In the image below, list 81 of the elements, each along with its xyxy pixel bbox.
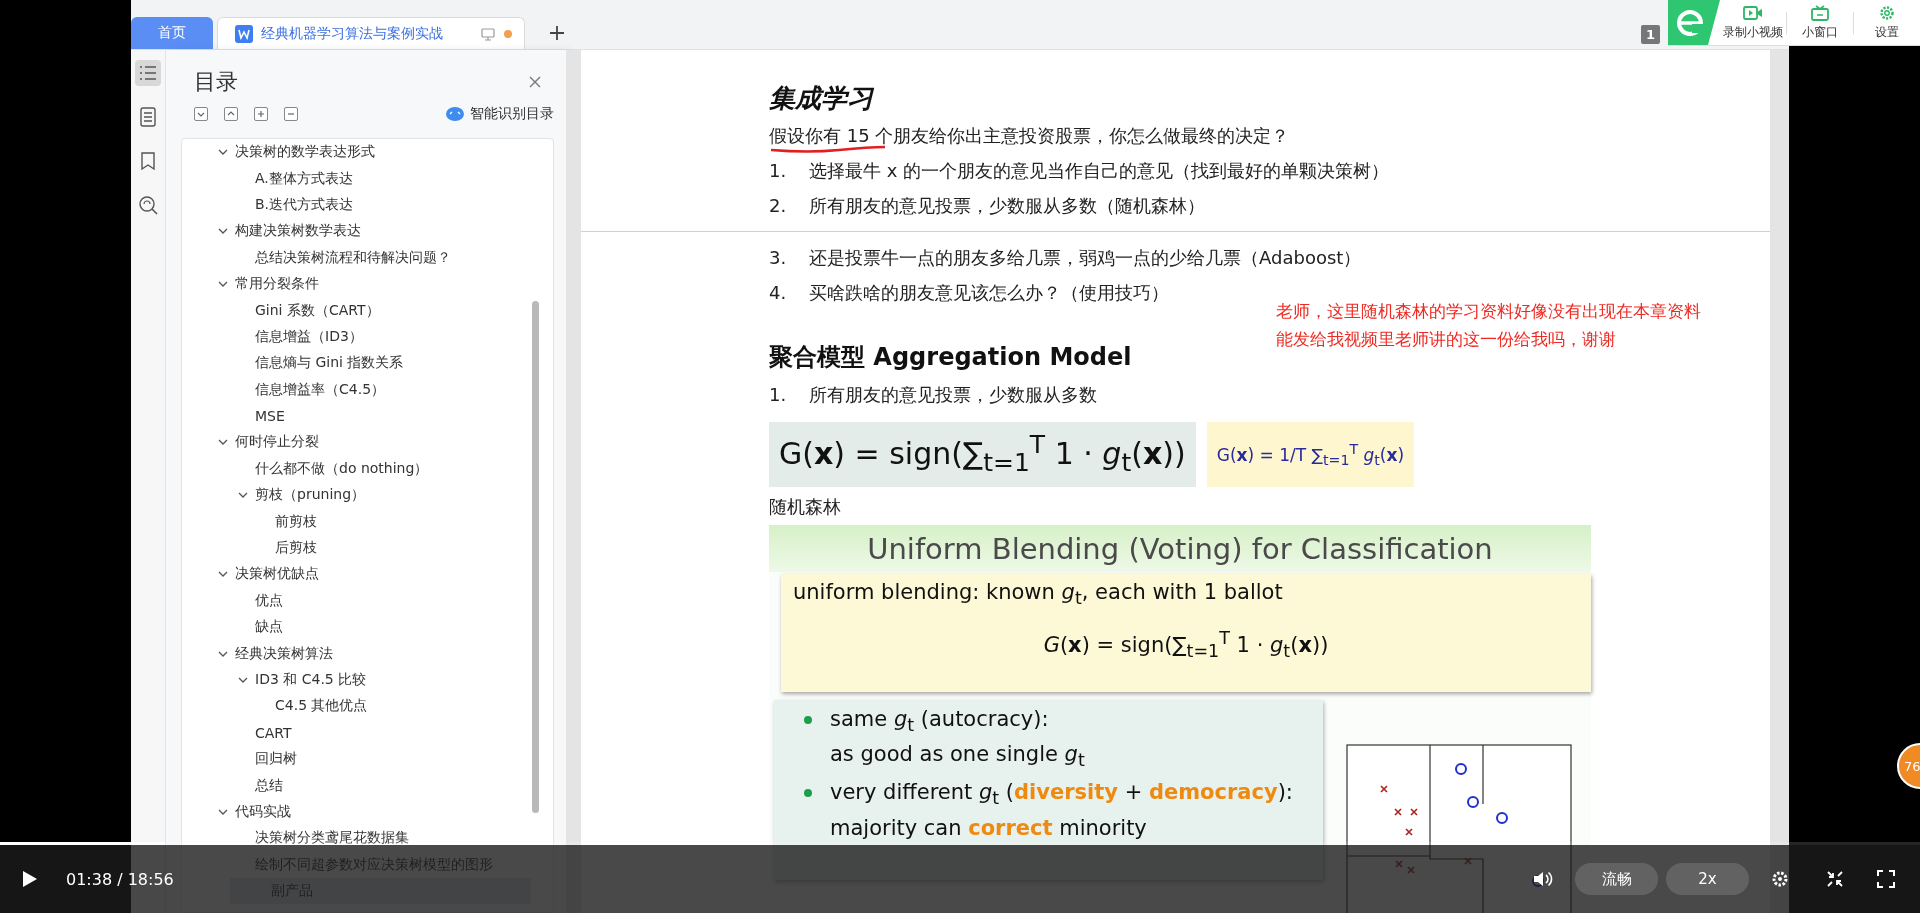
bullet-dot-icon [804, 789, 812, 798]
list-number: 3. [769, 246, 788, 270]
outline-item[interactable]: CART [182, 719, 553, 746]
comment-text: 老师，这里随机森林的学习资料好像没有出现在本章资料 能发给我视频里老师讲的这一份给我吗，谢谢 [1276, 301, 1701, 351]
document-title: 集成学习 [769, 82, 875, 115]
play-icon[interactable] [22, 870, 38, 888]
bullet-text: very different g$_{t}$ (diversity + democracy): majority can correct minority [830, 779, 1293, 842]
caption-text: 随机森林 [769, 495, 842, 519]
definition-text: uniform blending: known g$_{t}$, each with 1 ballot [793, 580, 1284, 609]
list-text: 所有朋友的意见投票，少数服从多数 [809, 383, 1097, 407]
outline-item[interactable]: 何时停止分裂 [182, 429, 553, 456]
outline-item[interactable]: 构建决策树数学表达 [182, 218, 553, 245]
formula-text: G(x) = sign(∑$_{t=1}$$^{T}$ 1 · g$_{t}$(x)) [1042, 628, 1330, 662]
volume-icon[interactable] [1533, 870, 1553, 888]
list-text: 还是投票牛一点的朋友多给几票，弱鸡一点的少给几票（Adaboost） [809, 246, 1362, 270]
section-heading: 聚合模型 Aggregation Model [769, 342, 1132, 373]
settings-icon [1879, 4, 1895, 21]
progress-track[interactable] [0, 842, 1920, 845]
list-number: 1. [769, 159, 788, 183]
toolbar-button[interactable]: 录制小视频 [1720, 4, 1786, 41]
fullscreen-icon[interactable] [1877, 870, 1895, 888]
formula-image: G(x) = sign(∑$_{t=1}$$^{T}$ 1 · g$_{t}$(x)) [779, 429, 1186, 480]
scrollbar[interactable] [532, 301, 539, 813]
slide-title: Uniform Blending (Voting) for Classification [769, 525, 1591, 572]
smart-outline-button[interactable]: 智能识别目录 [445, 105, 554, 123]
monitor-icon [480, 25, 496, 42]
bullet-dot-icon [804, 716, 812, 724]
search-icon[interactable] [137, 194, 159, 216]
unsaved-dot-icon [504, 29, 512, 38]
cloud-face-icon [445, 106, 465, 122]
outline-item[interactable]: Gini 系数（CART） [182, 297, 553, 324]
document-app-icon [235, 24, 253, 43]
outline-item[interactable]: 缺点 [182, 614, 553, 641]
tv-icon [1811, 4, 1829, 21]
outline-item[interactable]: 总结决策树流程和待解决问题？ [182, 244, 553, 271]
list-number: 1. [769, 383, 788, 407]
video-icon [1743, 4, 1763, 21]
shrink-arrows-icon[interactable] [1826, 870, 1844, 888]
outline-item[interactable]: 信息增益率（C4.5） [182, 376, 553, 403]
outline-item[interactable]: 信息增益（ID3） [182, 323, 553, 351]
outline-item[interactable]: 决策树优缺点 [182, 561, 553, 588]
playback-time: 01:38 / 18:56 [66, 869, 174, 889]
outline-item[interactable]: B.迭代方式表达 [182, 191, 553, 219]
outline-item[interactable]: 经典决策树算法 [182, 640, 553, 667]
outline-item[interactable]: 前剪枝 [182, 508, 553, 535]
expand-icon[interactable] [224, 107, 238, 121]
document-list-icon[interactable] [137, 106, 159, 128]
plus-icon[interactable] [254, 107, 268, 121]
add-icon[interactable] [548, 24, 566, 42]
quality-button[interactable]: 流畅 [1575, 863, 1658, 895]
list-text: 买啥跌啥的朋友意见该怎么办？（使用技巧） [809, 281, 1169, 305]
tab[interactable]: 经典机器学习算法与案例实战 [217, 17, 525, 49]
speed-button[interactable]: 2x [1666, 863, 1749, 895]
collapse-icon[interactable] [194, 107, 208, 121]
question-text: 假设你有 15 个朋友给你出主意投资股票，你怎么做最终的决定？ [769, 125, 1290, 146]
outline-item[interactable]: 后剪枝 [182, 534, 553, 562]
list-text: 选择最牛 x 的一个朋友的意见当作自己的意见（找到最好的单颗决策树） [809, 159, 1390, 183]
outline-item[interactable]: 回归树 [182, 746, 553, 773]
toolbar-button[interactable]: 设置 [1854, 4, 1920, 41]
list-number: 2. [769, 194, 788, 218]
outline-item[interactable]: C4.5 其他优点 [182, 693, 553, 720]
outline-item[interactable]: 信息熵与 Gini 指数关系 [182, 350, 553, 377]
outline-item[interactable]: 代码实战 [182, 798, 553, 826]
outline-item[interactable]: 总结 [182, 772, 553, 799]
close-icon[interactable] [528, 75, 542, 89]
panel-title: 目录 [194, 68, 238, 96]
toolbar-button[interactable]: 小窗口 [1787, 4, 1853, 41]
outline-item[interactable]: A.整体方式表达 [182, 165, 553, 192]
outline-item[interactable]: MSE [182, 402, 553, 430]
outline-item[interactable]: 剪枝（pruning） [182, 482, 553, 509]
list-number: 4. [769, 281, 788, 305]
page-number: 1 [1640, 25, 1660, 44]
outline-item[interactable]: 决策树的数学表达形式 [182, 139, 553, 166]
settings-icon[interactable] [1771, 870, 1789, 888]
outline-item[interactable]: 优点 [182, 587, 553, 615]
list-text: 所有朋友的意见投票，少数服从多数（随机森林） [809, 194, 1205, 218]
outline-item[interactable]: ID3 和 C4.5 比较 [182, 666, 553, 694]
outline-item[interactable]: 常用分裂条件 [182, 270, 553, 298]
minus-icon[interactable] [284, 107, 298, 121]
formula-image: G(x) = 1/T ∑$_{t=1}$$^{T}$ g$_{t}$(x) [1216, 439, 1405, 470]
outline-item[interactable]: 什么都不做（do nothing） [182, 455, 553, 483]
